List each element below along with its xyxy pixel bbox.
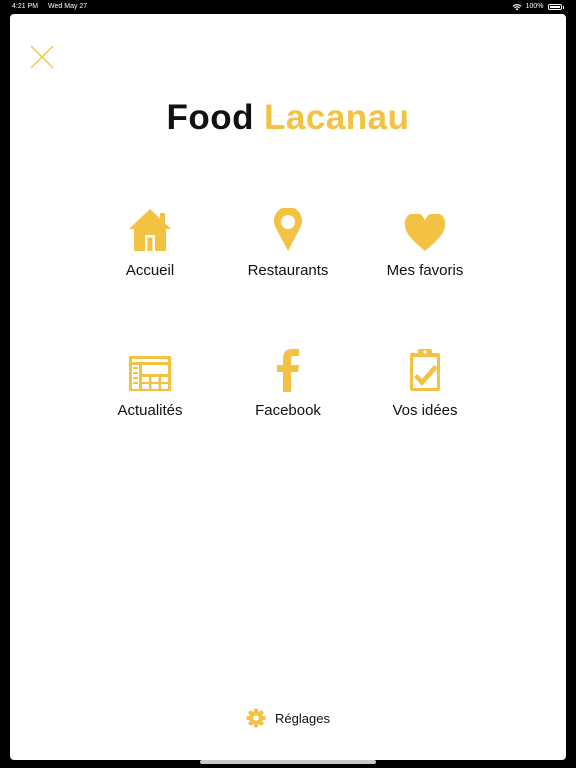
gear-icon	[246, 708, 266, 728]
close-button[interactable]	[30, 45, 54, 69]
menu-item-actualites[interactable]: Actualités	[75, 346, 225, 426]
logo-word-food: Food	[166, 98, 255, 137]
menu-item-label: Actualités	[117, 402, 183, 419]
facebook-icon	[277, 349, 299, 392]
menu-item-accueil[interactable]: Accueil	[75, 206, 225, 286]
menu-modal: Food Lacanau Accueil Restaurants Mes fav…	[10, 14, 566, 760]
close-icon	[30, 45, 54, 69]
status-time: 4:21 PM	[12, 3, 39, 10]
map-pin-icon	[274, 208, 302, 251]
wifi-icon	[512, 4, 521, 11]
status-bar: 4:21 PM Wed May 27 100%	[0, 0, 576, 14]
newspaper-icon	[129, 356, 171, 391]
menu-item-mes-favoris[interactable]: Mes favoris	[350, 206, 500, 286]
heart-icon	[404, 214, 446, 251]
app-logo: Food Lacanau	[10, 98, 566, 138]
menu-item-label: Facebook	[255, 402, 321, 419]
settings-button[interactable]: Réglages	[10, 708, 566, 728]
menu-item-facebook[interactable]: Facebook	[213, 346, 363, 426]
settings-label: Réglages	[275, 710, 330, 726]
battery-nub	[562, 5, 564, 9]
menu-item-label: Restaurants	[247, 262, 329, 279]
clipboard-check-icon	[410, 349, 440, 391]
menu-item-label: Accueil	[125, 262, 175, 279]
battery-percent: 100%	[525, 3, 544, 10]
logo-word-lacanau: Lacanau	[264, 98, 410, 137]
status-date: Wed May 27	[48, 3, 88, 10]
menu-item-label: Mes favoris	[386, 262, 464, 279]
battery-icon	[547, 4, 562, 10]
menu-item-label: Vos idées	[392, 402, 458, 419]
menu-item-restaurants[interactable]: Restaurants	[213, 206, 363, 286]
home-indicator[interactable]	[200, 760, 376, 764]
menu-item-vos-idees[interactable]: Vos idées	[350, 346, 500, 426]
home-icon	[129, 209, 171, 251]
